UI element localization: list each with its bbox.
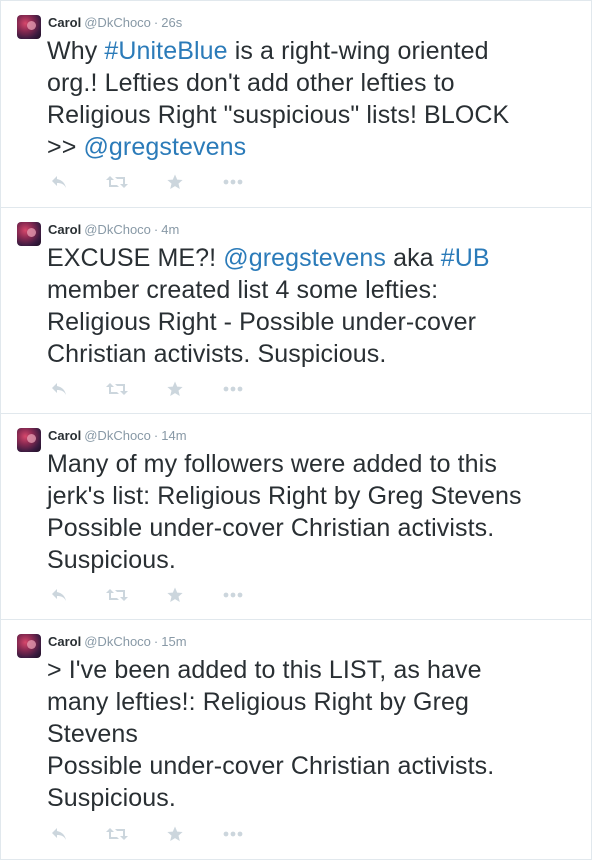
more-icon bbox=[223, 179, 243, 185]
timestamp[interactable]: 14m bbox=[161, 428, 186, 443]
mention-link[interactable]: @gregstevens bbox=[223, 244, 386, 272]
tweet[interactable]: Carol @DkChoco · 14m Many of my followers w… bbox=[1, 414, 591, 620]
reply-button[interactable] bbox=[48, 586, 70, 604]
favorite-icon bbox=[167, 826, 183, 841]
separator: · bbox=[153, 222, 159, 237]
text-segment: > I've been added to this LIST, as have m… bbox=[47, 656, 495, 812]
tweet-text: > I've been added to this LIST, as have m… bbox=[47, 654, 577, 814]
favorite-icon bbox=[167, 381, 183, 396]
favorite-button[interactable] bbox=[164, 825, 186, 843]
text-segment: Many of my followers were added to this j… bbox=[47, 450, 522, 574]
retweet-button[interactable] bbox=[106, 173, 128, 191]
text-segment: EXCUSE ME?! bbox=[47, 244, 224, 272]
favorite-button[interactable] bbox=[164, 173, 186, 191]
more-icon bbox=[223, 831, 243, 837]
user-name[interactable]: Carol bbox=[48, 428, 81, 443]
tweet-header: Carol @DkChoco · 4m bbox=[48, 222, 179, 238]
retweet-icon bbox=[106, 383, 128, 395]
text-segment: aka bbox=[386, 244, 441, 272]
favorite-icon bbox=[167, 174, 183, 189]
tweet-header: Carol @DkChoco · 15m bbox=[48, 634, 187, 650]
avatar[interactable] bbox=[17, 428, 41, 452]
tweet-header: Carol @DkChoco · 26s bbox=[48, 15, 182, 31]
tweet-actions bbox=[48, 825, 280, 843]
reply-icon bbox=[52, 589, 66, 601]
tweet[interactable]: Carol @DkChoco · 4m EXCUSE ME?! @gregsteven… bbox=[1, 208, 591, 414]
timestamp[interactable]: 4m bbox=[161, 222, 179, 237]
tweet-text: Many of my followers were added to this j… bbox=[47, 448, 577, 576]
tweet-text: EXCUSE ME?! @gregstevens aka #UB member c… bbox=[47, 242, 577, 370]
avatar[interactable] bbox=[17, 634, 41, 658]
reply-icon bbox=[52, 383, 66, 395]
more-icon bbox=[223, 386, 243, 392]
timestamp[interactable]: 15m bbox=[161, 634, 186, 649]
more-button[interactable] bbox=[222, 173, 244, 191]
text-segment: Why bbox=[47, 37, 105, 65]
user-handle[interactable]: @DkChoco bbox=[84, 222, 151, 237]
avatar[interactable] bbox=[17, 15, 41, 39]
mention-link[interactable]: @gregstevens bbox=[83, 133, 246, 161]
more-button[interactable] bbox=[222, 380, 244, 398]
avatar[interactable] bbox=[17, 222, 41, 246]
separator: · bbox=[153, 428, 159, 443]
user-name[interactable]: Carol bbox=[48, 222, 81, 237]
user-name[interactable]: Carol bbox=[48, 634, 81, 649]
hashtag-link[interactable]: #UniteBlue bbox=[104, 37, 227, 65]
separator: · bbox=[153, 634, 159, 649]
retweet-icon bbox=[106, 589, 128, 601]
reply-button[interactable] bbox=[48, 380, 70, 398]
tweet-actions bbox=[48, 380, 280, 398]
retweet-button[interactable] bbox=[106, 825, 128, 843]
reply-icon bbox=[52, 176, 66, 188]
retweet-button[interactable] bbox=[106, 586, 128, 604]
tweet[interactable]: Carol @DkChoco · 15m > I've been added to t… bbox=[1, 620, 591, 859]
user-name[interactable]: Carol bbox=[48, 15, 81, 30]
tweet[interactable]: Carol @DkChoco · 26s Why #UniteBlue is a ri… bbox=[1, 1, 591, 208]
tweet-header: Carol @DkChoco · 14m bbox=[48, 428, 187, 444]
retweet-icon bbox=[106, 176, 128, 188]
more-icon bbox=[223, 592, 243, 598]
timestamp[interactable]: 26s bbox=[161, 15, 182, 30]
reply-button[interactable] bbox=[48, 173, 70, 191]
tweet-actions bbox=[48, 586, 280, 604]
text-segment: member created list 4 some lefties: Relig… bbox=[47, 276, 476, 368]
favorite-icon bbox=[167, 587, 183, 602]
more-button[interactable] bbox=[222, 586, 244, 604]
tweet-actions bbox=[48, 173, 280, 191]
retweet-button[interactable] bbox=[106, 380, 128, 398]
favorite-button[interactable] bbox=[164, 586, 186, 604]
reply-button[interactable] bbox=[48, 825, 70, 843]
user-handle[interactable]: @DkChoco bbox=[84, 15, 151, 30]
favorite-button[interactable] bbox=[164, 380, 186, 398]
timeline: Carol @DkChoco · 26s Why #UniteBlue is a ri… bbox=[0, 0, 592, 860]
user-handle[interactable]: @DkChoco bbox=[84, 428, 151, 443]
reply-icon bbox=[52, 828, 66, 840]
more-button[interactable] bbox=[222, 825, 244, 843]
hashtag-link[interactable]: #UB bbox=[441, 244, 490, 272]
retweet-icon bbox=[106, 828, 128, 840]
user-handle[interactable]: @DkChoco bbox=[84, 634, 151, 649]
tweet-text: Why #UniteBlue is a right-wing oriented o… bbox=[47, 35, 577, 163]
separator: · bbox=[153, 15, 159, 30]
